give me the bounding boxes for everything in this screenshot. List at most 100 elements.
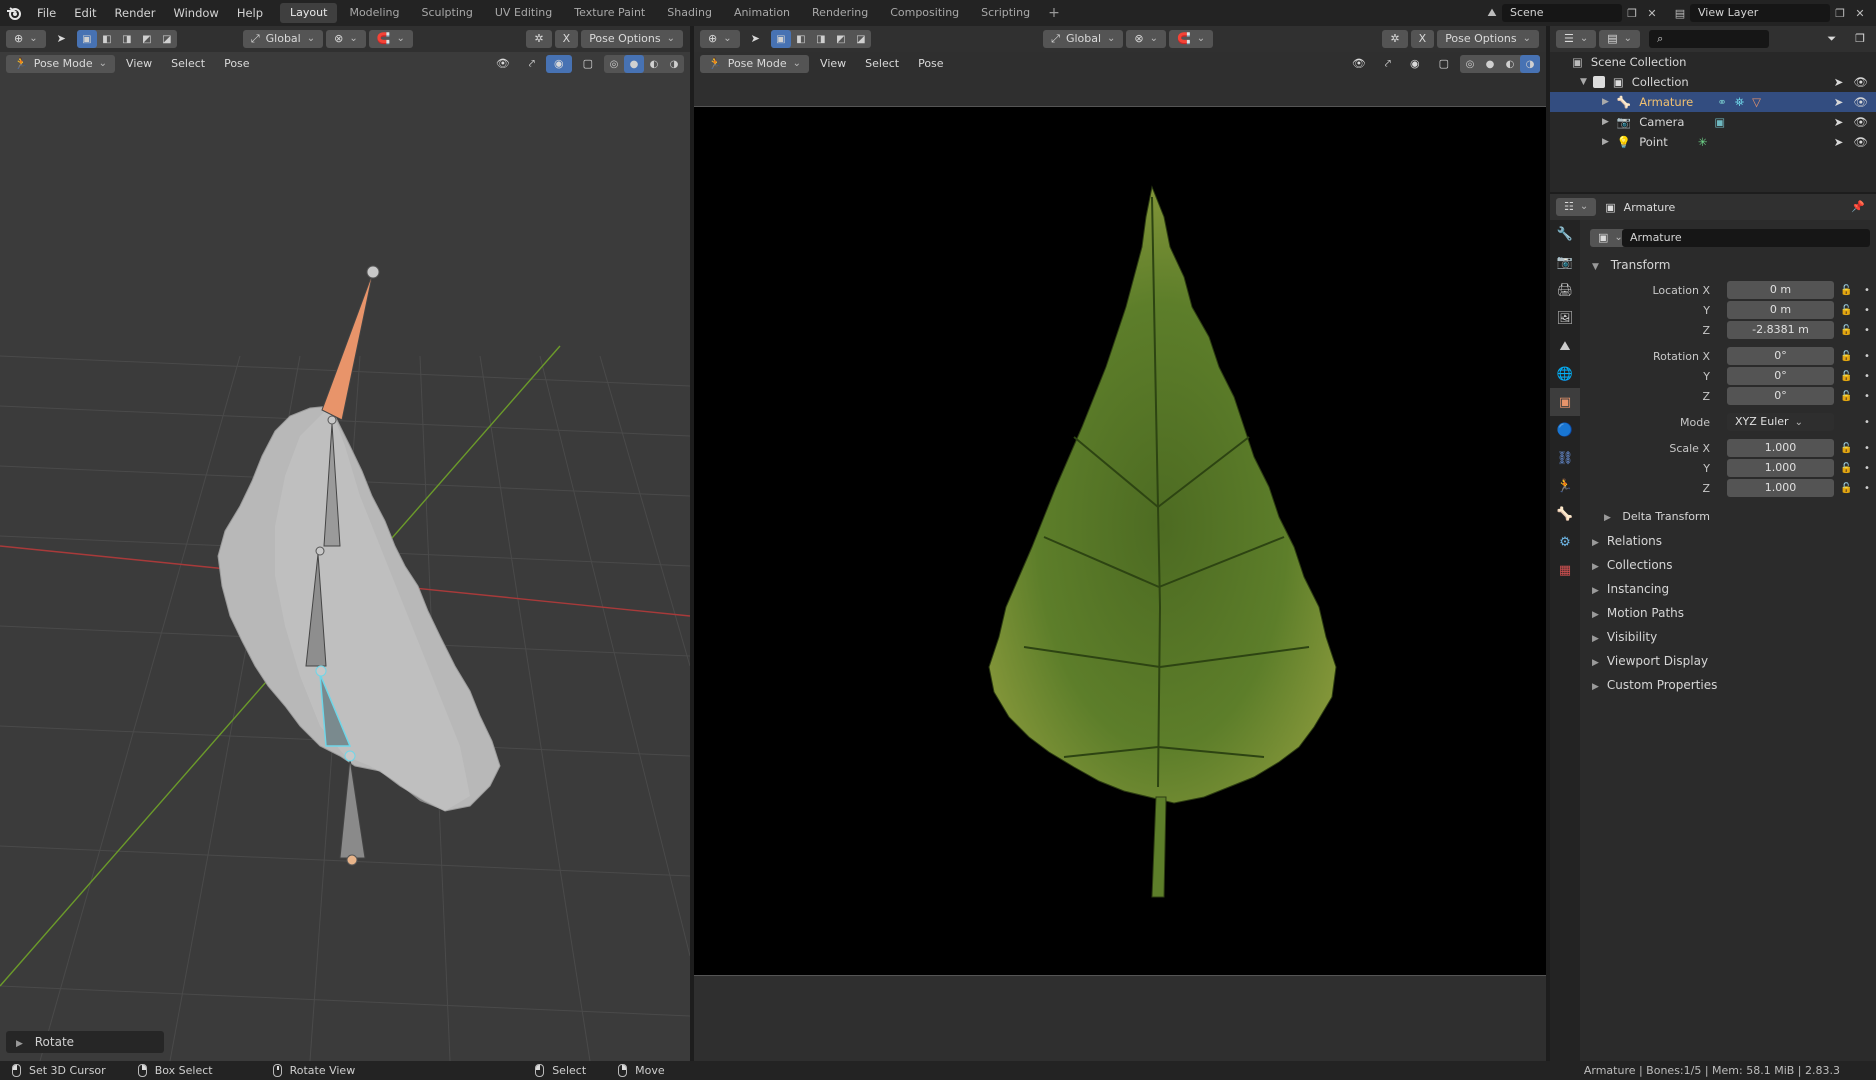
keyframe-dot-icon[interactable]: • <box>1864 483 1870 494</box>
rotation-y-field[interactable]: 0° <box>1727 367 1834 385</box>
keyframe-dot-icon[interactable]: • <box>1864 391 1870 402</box>
tab-rendering[interactable]: Rendering <box>802 3 878 23</box>
view-layer-field[interactable]: View Layer <box>1690 4 1830 22</box>
scene-tab-icon[interactable]: ⛰ <box>1550 332 1580 360</box>
select-new-icon-right[interactable]: ▣ <box>770 30 791 48</box>
outliner-item-armature[interactable]: ▶ 🦴 Armature ⚭ ⛯ ▽ ➤ 👁 <box>1550 92 1876 112</box>
lock-icon[interactable]: 🔓 <box>1840 325 1852 336</box>
bone-constraints-tab-icon[interactable]: ⚙ <box>1550 528 1580 556</box>
scale-x-field[interactable]: 1.000 <box>1727 439 1834 457</box>
keyframe-dot-icon[interactable]: • <box>1864 463 1870 474</box>
tweak-tool-icon[interactable]: ➤ <box>49 30 74 48</box>
tab-scripting[interactable]: Scripting <box>971 3 1040 23</box>
menu-file[interactable]: File <box>28 0 65 26</box>
select-extend-icon[interactable]: ◧ <box>97 30 117 48</box>
solid-shading-icon-right[interactable]: ● <box>1480 55 1500 73</box>
tab-uv-editing[interactable]: UV Editing <box>485 3 562 23</box>
blender-logo-icon[interactable] <box>0 0 28 26</box>
x-mirror-toggle[interactable]: X <box>554 30 579 48</box>
lock-icon[interactable]: 🔓 <box>1840 351 1852 362</box>
scale-z-field[interactable]: 1.000 <box>1727 479 1834 497</box>
editor-type-button-right[interactable]: ⊕ <box>700 30 740 48</box>
new-view-layer-icon[interactable]: ❐ <box>1830 4 1850 22</box>
render-tab-icon[interactable]: 📷 <box>1550 248 1580 276</box>
view-layer-tab-icon[interactable]: 🖼 <box>1550 304 1580 332</box>
outliner-editor-type[interactable]: ☰ <box>1556 30 1597 48</box>
keyframe-dot-icon[interactable]: • <box>1864 325 1870 336</box>
keyframe-dot-icon[interactable]: • <box>1864 417 1870 428</box>
xray-icon-right[interactable]: ▢ <box>1431 55 1457 73</box>
gizmo-icon-right[interactable]: ⤤ <box>1377 55 1399 73</box>
eye-icon[interactable]: 👁 <box>1853 75 1868 89</box>
properties-editor-type[interactable]: ☷ <box>1556 198 1597 216</box>
material-shading-icon-right[interactable]: ◐ <box>1500 55 1520 73</box>
modifier-icon[interactable]: ▽ <box>1752 95 1761 109</box>
transform-panel-header[interactable]: ▼ Transform <box>1582 254 1876 276</box>
lock-icon[interactable]: 🔓 <box>1840 463 1852 474</box>
lock-icon[interactable]: 🔓 <box>1840 443 1852 454</box>
delete-scene-icon[interactable]: ✕ <box>1642 4 1662 22</box>
visibility-icon[interactable]: 👁 <box>488 55 518 73</box>
armature-data-tab-icon[interactable]: 🏃 <box>1550 472 1580 500</box>
outliner-search-input[interactable]: ⌕ <box>1649 30 1770 48</box>
pose-options-dropdown[interactable]: Pose Options <box>581 30 683 48</box>
collapse-triangle-icon[interactable]: ▼ <box>1580 77 1587 87</box>
rendered-shading-icon[interactable]: ◑ <box>664 55 684 73</box>
lock-icon[interactable]: 🔓 <box>1840 391 1852 402</box>
scene-name-field[interactable]: Scene <box>1502 4 1622 22</box>
pivot-dropdown[interactable]: ⊗ <box>326 30 366 48</box>
camera-data-icon[interactable]: ▣ <box>1714 115 1725 129</box>
menu-pose-right[interactable]: Pose <box>910 55 951 73</box>
filter-icon[interactable]: ⏷ <box>1819 30 1844 48</box>
tab-animation[interactable]: Animation <box>724 3 800 23</box>
menu-select-right[interactable]: Select <box>857 55 907 73</box>
rotation-z-field[interactable]: 0° <box>1727 387 1834 405</box>
material-shading-icon[interactable]: ◐ <box>644 55 664 73</box>
location-y-field[interactable]: 0 m <box>1727 301 1834 319</box>
rendered-shading-icon-right[interactable]: ◑ <box>1520 55 1540 73</box>
new-scene-icon[interactable]: ❐ <box>1622 4 1642 22</box>
location-z-field[interactable]: -2.8381 m <box>1727 321 1834 339</box>
transform-orientation-dropdown-right[interactable]: ⤢ Global <box>1043 30 1124 48</box>
keyframe-dot-icon[interactable]: • <box>1864 305 1870 316</box>
lock-icon[interactable]: 🔓 <box>1840 285 1852 296</box>
mode-dropdown-right[interactable]: 🏃 Pose Mode <box>700 55 810 73</box>
location-x-field[interactable]: 0 m <box>1727 281 1834 299</box>
wireframe-shading-icon[interactable]: ◎ <box>604 55 624 73</box>
light-data-icon[interactable]: ✳ <box>1698 135 1708 149</box>
tab-modeling[interactable]: Modeling <box>339 3 409 23</box>
tweak-tool-icon-right[interactable]: ➤ <box>743 30 768 48</box>
gizmo-icon[interactable]: ⤤ <box>521 55 543 73</box>
keyframe-dot-icon[interactable]: • <box>1864 443 1870 454</box>
menu-pose[interactable]: Pose <box>216 55 257 73</box>
expand-triangle-icon[interactable]: ▶ <box>1602 97 1609 107</box>
outliner-item-point[interactable]: ▶ 💡 Point ✳ ➤ 👁 <box>1550 132 1876 152</box>
keyframe-dot-icon[interactable]: • <box>1864 351 1870 362</box>
object-name-field[interactable]: Armature <box>1622 229 1870 247</box>
menu-render[interactable]: Render <box>106 0 165 26</box>
x-mirror-toggle-right[interactable]: X <box>1410 30 1435 48</box>
select-invert-icon-right[interactable]: ◩ <box>831 30 851 48</box>
rotation-mode-dropdown[interactable]: XYZ Euler <box>1727 413 1834 431</box>
mode-dropdown[interactable]: 🏃 Pose Mode <box>6 55 116 73</box>
object-tab-icon[interactable]: ▣ <box>1550 388 1580 416</box>
tab-compositing[interactable]: Compositing <box>880 3 969 23</box>
select-intersect-icon-right[interactable]: ◪ <box>851 30 871 48</box>
overlays-icon[interactable]: ◉ <box>545 55 572 73</box>
pin-icon[interactable]: 📌 <box>1843 198 1873 216</box>
expand-triangle-icon[interactable]: ▶ <box>1602 137 1609 147</box>
pose-data-icon[interactable]: ⚭ <box>1717 95 1727 109</box>
new-collection-icon[interactable]: ❐ <box>1847 30 1873 48</box>
menu-view[interactable]: View <box>118 55 160 73</box>
viewport-left[interactable]: ⊕ ➤ ▣ ◧ ◨ ◩ ◪ ⤢ Global ⊗ 🧲 ✲ X Pose Opti… <box>0 26 690 1061</box>
select-invert-icon[interactable]: ◩ <box>137 30 157 48</box>
menu-select[interactable]: Select <box>163 55 213 73</box>
menu-edit[interactable]: Edit <box>65 0 105 26</box>
menu-window[interactable]: Window <box>164 0 227 26</box>
gizmo-toggle-icon[interactable]: ✲ <box>526 30 552 48</box>
select-subtract-icon[interactable]: ◨ <box>117 30 137 48</box>
select-toggle-icon[interactable]: ➤ <box>1834 95 1844 109</box>
select-toggle-icon[interactable]: ➤ <box>1834 75 1844 89</box>
delete-view-layer-icon[interactable]: ✕ <box>1850 4 1870 22</box>
gizmo-toggle-icon-right[interactable]: ✲ <box>1382 30 1408 48</box>
